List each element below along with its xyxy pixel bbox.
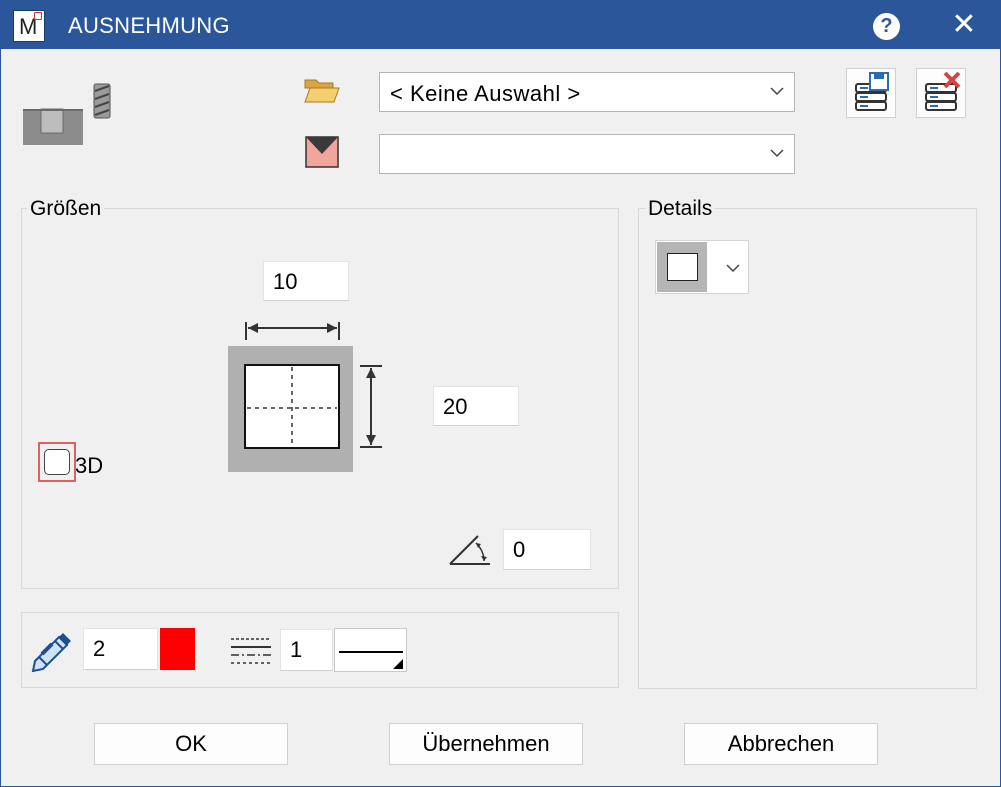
folder-select-value: < Keine Auswahl >: [390, 81, 581, 106]
filter-icon[interactable]: [305, 136, 339, 168]
cancel-button[interactable]: Abbrechen: [684, 723, 878, 765]
pencil-icon: [29, 629, 73, 673]
filter-select[interactable]: [379, 134, 795, 174]
title-bar[interactable]: M AUSNEHMUNG ? ✕: [1, 1, 1000, 49]
angle-input[interactable]: 0: [503, 529, 591, 570]
chevron-down-icon: [770, 149, 784, 158]
linetype-input[interactable]: 1: [280, 629, 333, 671]
color-swatch[interactable]: [160, 628, 195, 670]
apply-button[interactable]: Übernehmen: [389, 723, 583, 765]
sizes-group-title: Größen: [27, 197, 105, 221]
pen-input-value: 2: [93, 636, 106, 661]
chevron-down-icon: [770, 87, 784, 96]
database-save-icon: [855, 72, 889, 111]
dialog-window: M AUSNEHMUNG ? ✕ < Keine Auswahl > Größe…: [0, 0, 1001, 787]
shape-select[interactable]: [655, 240, 749, 294]
height-input[interactable]: 20: [433, 386, 519, 426]
ok-button[interactable]: OK: [94, 723, 288, 765]
delete-database-button[interactable]: [916, 68, 966, 118]
pen-input[interactable]: 2: [83, 628, 158, 670]
angle-icon: [448, 531, 492, 567]
angle-input-value: 0: [513, 537, 526, 562]
details-group-title: Details: [645, 197, 716, 221]
width-input[interactable]: 10: [263, 261, 349, 301]
chevron-down-icon: [726, 264, 740, 273]
recess-diagram: [228, 316, 388, 474]
height-input-value: 20: [443, 394, 468, 419]
save-database-button[interactable]: [846, 68, 896, 118]
line-type-icon: [229, 635, 273, 667]
app-icon: M: [13, 10, 45, 42]
square-shape-icon: [667, 253, 698, 281]
help-button[interactable]: ?: [873, 13, 900, 40]
linetype-input-value: 1: [290, 637, 303, 662]
milling-tool-icon: [21, 81, 116, 149]
checkbox-3d-label[interactable]: 3D: [75, 453, 103, 479]
line-style-picker[interactable]: [334, 628, 407, 672]
shape-preview: [657, 242, 707, 292]
database-delete-icon: [925, 71, 961, 111]
width-input-value: 10: [273, 269, 298, 294]
folder-select[interactable]: < Keine Auswahl >: [379, 72, 795, 112]
checkbox-3d[interactable]: [44, 449, 70, 475]
window-title: AUSNEHMUNG: [68, 13, 230, 38]
close-button[interactable]: ✕: [947, 9, 981, 43]
folder-open-icon[interactable]: [303, 76, 341, 106]
